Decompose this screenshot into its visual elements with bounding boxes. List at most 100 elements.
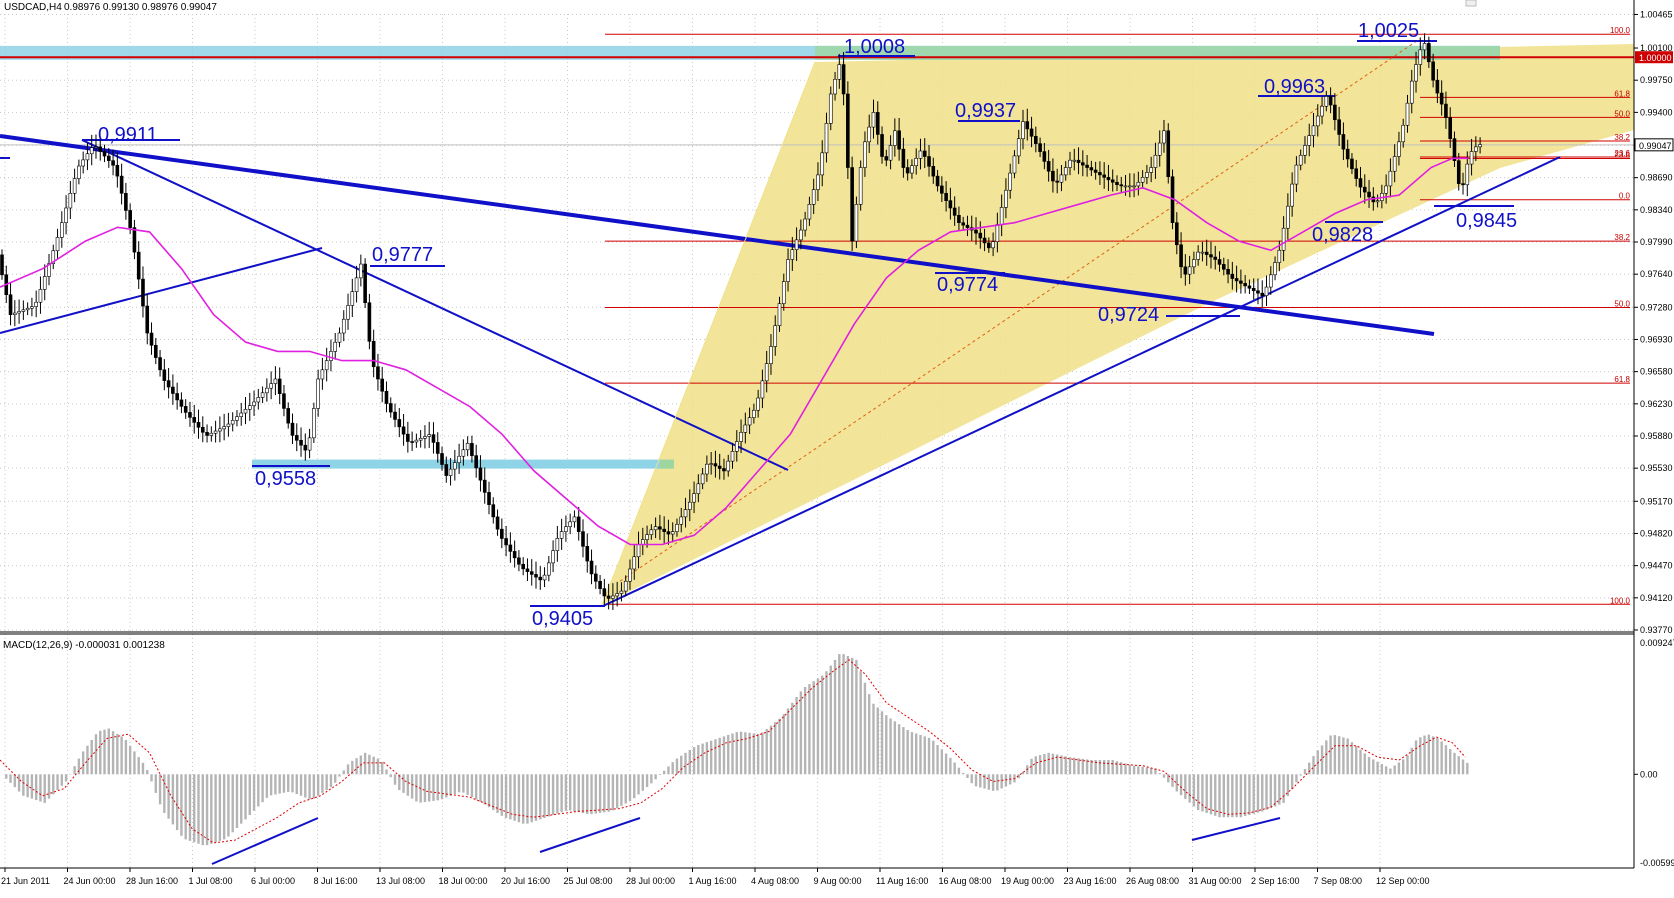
candle-body: [1153, 154, 1158, 168]
price-tick-label: 0.94120: [1640, 593, 1673, 603]
candle-body: [269, 383, 273, 389]
macd-tick-label: 0.009247: [1640, 638, 1674, 648]
candle-body: [158, 357, 162, 371]
candle-body: [500, 528, 504, 539]
price-tick-label: 0.97280: [1640, 302, 1673, 312]
candle-body: [333, 341, 338, 352]
price-tick-label: 0.93770: [1640, 625, 1673, 635]
candle-body: [717, 465, 722, 469]
candle-body: [611, 595, 615, 599]
candle-body: [1362, 186, 1367, 193]
candle-body: [935, 175, 940, 187]
candle-body: [598, 580, 602, 589]
time-tick-label: 20 Jul 16:00: [501, 876, 550, 886]
fib-label: 100.0: [1610, 596, 1631, 605]
candle-body: [461, 449, 466, 457]
candle-body: [944, 192, 948, 201]
annotation-0-9937: 0,9937: [955, 100, 1017, 122]
candle-body: [115, 164, 120, 177]
candle-body: [1367, 191, 1371, 198]
candle-body: [192, 417, 197, 423]
candle-body: [260, 392, 265, 398]
candle-body: [922, 150, 927, 157]
candle-body: [995, 224, 1000, 243]
time-tick-label: 1 Aug 16:00: [689, 876, 737, 886]
candle-body: [901, 148, 906, 168]
candle-body: [1324, 96, 1329, 107]
annotation-0-9845: 0,9845: [1456, 210, 1518, 232]
candle-body: [1132, 185, 1136, 188]
candle-body: [1034, 135, 1038, 144]
fib-label: 61.8: [1614, 375, 1630, 384]
candle-body: [239, 412, 244, 417]
candle-body: [21, 309, 26, 312]
candle-body: [384, 390, 389, 404]
candle-body: [1042, 151, 1047, 162]
candle-body: [871, 112, 876, 128]
candle-body: [722, 468, 726, 472]
annotation-0-9828: 0,9828: [1312, 224, 1374, 246]
candle-body: [1290, 183, 1294, 207]
candle-body: [1076, 159, 1081, 163]
candle-body: [978, 232, 983, 239]
candle-body: [1478, 144, 1482, 148]
candle-body: [1435, 79, 1440, 94]
candle-body: [512, 551, 517, 559]
candle-body: [747, 417, 752, 426]
candle-body: [1384, 185, 1388, 194]
candle-body: [581, 531, 585, 547]
candle-body: [162, 369, 167, 381]
candle-body: [89, 147, 94, 155]
candle-body: [1179, 244, 1183, 268]
candle-body: [136, 251, 141, 280]
candle-body: [1025, 121, 1030, 130]
candle-body: [209, 432, 214, 436]
price-tick-label: 0.95170: [1640, 496, 1673, 506]
symbol-header: USDCAD,H4: [4, 2, 62, 13]
candle-body: [594, 573, 598, 582]
candle-body: [585, 546, 590, 562]
candle-body: [1444, 103, 1448, 118]
candle-body: [833, 78, 837, 95]
candle-body: [1315, 115, 1320, 127]
candle-body: [474, 455, 478, 469]
trading-chart[interactable]: 100.061.850.038.223.623.60.038.250.061.8…: [0, 0, 1674, 898]
candle-body: [435, 442, 440, 454]
candle-body: [905, 167, 910, 174]
price-tick-label: 0.99400: [1640, 107, 1673, 117]
candle-body: [1068, 159, 1072, 168]
candle-body: [769, 346, 773, 364]
candle-body: [773, 325, 778, 347]
candle-body: [576, 516, 581, 532]
candle-body: [427, 434, 432, 437]
candle-body: [482, 479, 487, 493]
candle-body: [1311, 125, 1316, 136]
candle-body: [1046, 161, 1051, 172]
candle-body: [1243, 283, 1247, 287]
candle-body: [188, 412, 192, 418]
candle-body: [0, 254, 4, 276]
candle-body: [38, 289, 43, 303]
candle-body: [410, 441, 414, 443]
candle-body: [1059, 174, 1064, 183]
candle-body: [547, 562, 551, 576]
candle-body: [615, 593, 619, 597]
candle-body: [94, 146, 98, 149]
candle-body: [1140, 177, 1145, 183]
candle-body: [602, 588, 607, 597]
candle-body: [884, 156, 889, 161]
candle-body: [397, 419, 402, 428]
fib-label: 23.6: [1614, 151, 1630, 160]
candle-body: [606, 595, 611, 599]
candle-body: [555, 538, 560, 551]
candle-body: [1089, 167, 1094, 171]
candle-body: [431, 434, 436, 443]
time-tick-label: 6 Jul 00:00: [251, 876, 295, 886]
candle-body: [734, 441, 739, 452]
candle-body: [406, 433, 410, 442]
candle-body: [247, 405, 252, 410]
candle-body: [837, 64, 842, 80]
candle-body: [1456, 160, 1461, 184]
candle-body: [982, 237, 987, 244]
candle-body: [1277, 249, 1282, 263]
